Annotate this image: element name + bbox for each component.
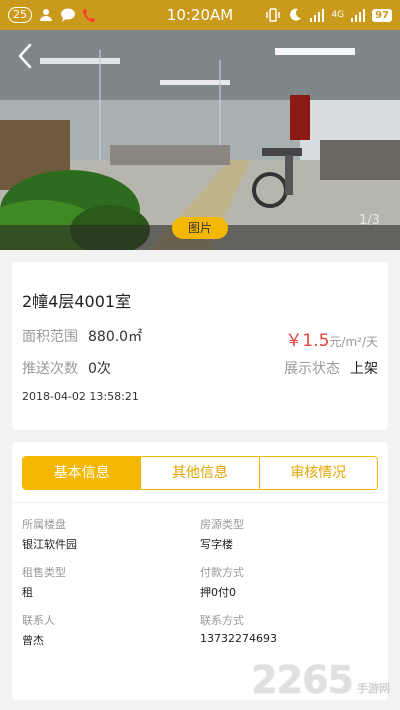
- status-left: 25: [8, 7, 98, 23]
- status-bar: 25 10:20AM 4G 97: [0, 0, 400, 30]
- type-label: 房源类型: [200, 518, 244, 531]
- status-right: 4G 97: [265, 7, 392, 23]
- rent-field: 租售类型 租: [22, 564, 182, 600]
- area-row: 面积范围 880.0㎡ ￥1.5元/m²/天: [22, 326, 378, 351]
- watermark-number: 2265: [251, 658, 354, 702]
- tab-other-info[interactable]: 其他信息: [141, 457, 260, 489]
- building-value: 银江软件园: [22, 538, 77, 551]
- moon-icon: [290, 8, 302, 21]
- phone-field: 联系方式 13732274693: [200, 612, 360, 645]
- notification-count-badge: 25: [8, 7, 32, 23]
- price-symbol: ￥: [285, 331, 303, 351]
- payment-label: 付款方式: [200, 566, 244, 579]
- building-label: 所属楼盘: [22, 518, 66, 531]
- tab-basic-info[interactable]: 基本信息: [23, 457, 142, 489]
- display-status: 展示状态 上架: [284, 358, 378, 378]
- area-label: 面积范围: [22, 329, 78, 345]
- signal-icon-2: [351, 9, 366, 22]
- battery-icon: 97: [372, 8, 392, 22]
- tab-review-status[interactable]: 审核情况: [260, 457, 377, 489]
- phone-label: 联系方式: [200, 614, 244, 627]
- contact-field: 联系人 曾杰: [22, 612, 182, 648]
- display-value: 上架: [350, 361, 378, 377]
- push-label: 推送次数: [22, 361, 78, 377]
- phone-value[interactable]: 13732274693: [200, 632, 360, 645]
- missed-call-icon: [83, 9, 95, 22]
- building-field: 所属楼盘 银江软件园: [22, 516, 182, 552]
- divider: [12, 502, 388, 503]
- contact-label: 联系人: [22, 614, 55, 627]
- rent-label: 租售类型: [22, 566, 66, 579]
- display-label: 展示状态: [284, 361, 340, 377]
- type-value: 写字楼: [200, 538, 233, 551]
- publish-date: 2018-04-02 13:58:21: [22, 390, 139, 403]
- network-type: 4G: [331, 10, 345, 20]
- payment-value: 押0付0: [200, 586, 236, 599]
- detail-tabs: 基本信息 其他信息 审核情况: [22, 456, 378, 490]
- back-arrow-icon[interactable]: [14, 42, 38, 70]
- contacts-icon: [40, 9, 52, 21]
- image-counter: 1/3: [359, 213, 380, 228]
- contact-value: 曾杰: [22, 634, 44, 647]
- payment-field: 付款方式 押0付0: [200, 564, 360, 600]
- property-info-card: 2幢4层4001室 面积范围 880.0㎡ ￥1.5元/m²/天 推送次数 0次 展…: [12, 262, 388, 430]
- push-value: 0次: [88, 361, 111, 377]
- price-unit: 元/m²/天: [329, 335, 378, 349]
- push-row: 推送次数 0次 展示状态 上架: [22, 358, 378, 382]
- rent-value: 租: [22, 586, 33, 599]
- price-value: 1.5: [302, 331, 330, 351]
- message-icon: [61, 8, 75, 22]
- image-label-button[interactable]: 图片: [172, 217, 228, 239]
- site-watermark: 2265 手游网: [251, 658, 390, 702]
- type-field: 房源类型 写字楼: [200, 516, 360, 552]
- vibrate-icon: [266, 8, 281, 22]
- price: ￥1.5元/m²/天: [285, 326, 378, 351]
- signal-icon: [310, 9, 325, 22]
- area-value: 880.0㎡: [88, 329, 143, 345]
- watermark-text: 手游网: [357, 682, 390, 695]
- property-title: 2幢4层4001室: [22, 292, 132, 311]
- property-photo[interactable]: 图片 1/3: [0, 30, 400, 250]
